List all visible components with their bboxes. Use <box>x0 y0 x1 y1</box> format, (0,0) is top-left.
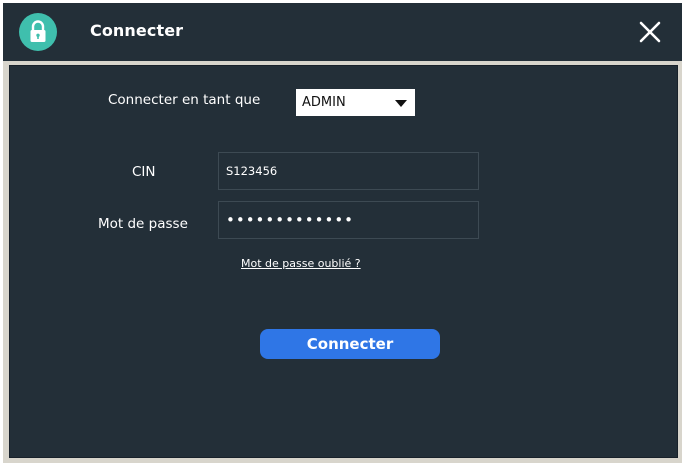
login-window: Connecter Connecter en tant que ADMIN CI… <box>3 3 682 463</box>
title-bar: Connecter <box>3 3 682 61</box>
cin-label: CIN <box>132 164 156 180</box>
forgot-password-link[interactable]: Mot de passe oublié ? <box>241 257 361 270</box>
cin-input[interactable] <box>218 152 479 190</box>
window-title: Connecter <box>90 21 184 40</box>
login-form-panel: Connecter en tant que ADMIN CIN Mot de p… <box>9 65 678 458</box>
password-label: Mot de passe <box>98 216 188 232</box>
role-select[interactable]: ADMIN <box>296 89 415 116</box>
password-input[interactable] <box>218 201 479 239</box>
chevron-down-icon <box>395 100 407 107</box>
close-icon[interactable] <box>637 19 663 45</box>
role-select-value: ADMIN <box>302 95 346 110</box>
lock-icon <box>19 13 57 51</box>
connect-button[interactable]: Connecter <box>260 329 440 359</box>
role-label: Connecter en tant que <box>108 92 261 108</box>
